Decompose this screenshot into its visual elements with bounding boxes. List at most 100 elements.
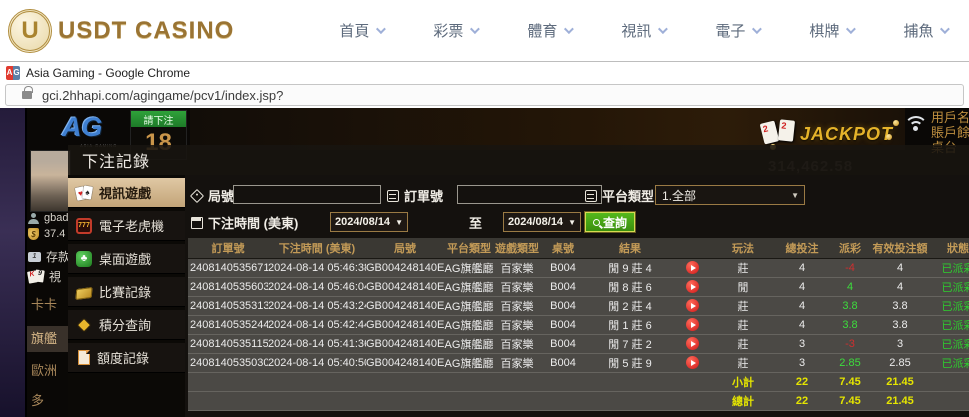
modal-title: 下注記錄 <box>68 145 969 175</box>
cell-payout: 4 <box>828 277 872 297</box>
platform-select[interactable]: 1.全部 <box>655 185 805 205</box>
search-button[interactable]: 查詢 <box>585 212 635 232</box>
cell-table-no: B004 <box>540 353 586 373</box>
order-filter-label: 訂單號 <box>387 186 443 205</box>
cell-play <box>674 258 710 278</box>
bg-menu-item[interactable]: 多 <box>27 390 69 409</box>
table-row: 240814053511523 2024-08-14 05:41:36 GB00… <box>188 334 969 354</box>
play-video-button[interactable] <box>685 261 699 274</box>
cell-game: 百家樂 <box>494 315 540 335</box>
date-from-button[interactable]: 2024/08/14 ▼ <box>330 212 408 232</box>
summary-row: 總計 22 7.45 21.45 <box>188 391 969 411</box>
bg-menu-item[interactable]: 卡卡 <box>27 294 69 313</box>
deposit-row[interactable]: 1 存款 <box>28 248 70 265</box>
cell-valid: 3.8 <box>872 296 928 316</box>
chevron-down-icon <box>752 24 763 35</box>
nav-item-cards[interactable]: 棋牌 <box>809 20 857 41</box>
play-video-button[interactable] <box>685 318 699 331</box>
bg-menu-item-active[interactable]: 旗艦 <box>27 326 68 352</box>
cell-valid: 4 <box>872 258 928 278</box>
tag-icon <box>189 188 205 203</box>
cell-order: 240814053503038 <box>188 353 268 373</box>
cell-payout: -3 <box>828 334 872 354</box>
sidebar-item-match-records[interactable]: 比賽記錄 <box>68 277 185 307</box>
cell-status: 已派彩 <box>928 334 969 354</box>
header-time: 下注時間 (美東) <box>268 238 366 259</box>
cell-game: 百家樂 <box>494 296 540 316</box>
chevron-down-icon <box>376 24 387 35</box>
sidebar-item-live-games[interactable]: 視訊遊戲 <box>68 178 194 208</box>
nav-item-fishing[interactable]: 捕魚 <box>903 20 951 41</box>
video-row[interactable]: 視 <box>28 268 61 285</box>
table-row: 240814053567105 2024-08-14 05:46:38 GB00… <box>188 258 969 278</box>
cell-order: 240814053524468 <box>188 315 268 335</box>
list-icon <box>585 189 597 202</box>
cell-order: 240814053560361 <box>188 277 268 297</box>
play-video-button[interactable] <box>685 337 699 350</box>
avatar <box>30 150 71 212</box>
cards-icon <box>76 185 92 201</box>
modal-content: 局號 訂單號 平台類型 1.全部 ▼ 下注時間 (美東) 2024/08/14 … <box>185 175 969 417</box>
dropdown-arrow-icon: ▼ <box>568 217 576 227</box>
cell-status: 已派彩 <box>928 315 969 335</box>
chevron-down-icon <box>564 24 575 35</box>
cards-icon <box>28 270 44 284</box>
cell-status: 已派彩 <box>928 258 969 278</box>
bet-records-modal: 下注記錄 視訊遊戲 777 電子老虎機 ♣ 桌面遊戲 <box>68 145 969 417</box>
cell-valid: 4 <box>872 277 928 297</box>
magnifier-icon <box>592 218 600 226</box>
cell-game: 百家樂 <box>494 334 540 354</box>
cell-game: 百家樂 <box>494 353 540 373</box>
sidebar-item-points-query[interactable]: ◆ 積分查詢 <box>68 310 185 340</box>
header-round: 局號 <box>366 238 444 259</box>
cell-payout: 2.85 <box>828 353 872 373</box>
bet-time-label: 下注時間 (美東) <box>191 213 298 232</box>
cell-method: 莊 <box>710 258 776 278</box>
cell-bet: 4 <box>776 258 828 278</box>
bet-table: 訂單號 下注時間 (美東) 局號 平台類型 遊戲類型 桌號 結果 玩法 總投注 … <box>188 238 969 411</box>
nav-item-lottery[interactable]: 彩票 <box>433 20 481 41</box>
header-bet: 總投注 <box>776 238 828 259</box>
play-video-button[interactable] <box>685 299 699 312</box>
address-box[interactable]: gci.2hhapi.com/agingame/pcv1/index.jsp? <box>5 84 964 106</box>
nav-item-slots[interactable]: 電子 <box>715 20 763 41</box>
cell-bet: 4 <box>776 277 828 297</box>
playing-card: 2 <box>777 119 796 142</box>
balance-row: $ 37.4 <box>28 228 65 240</box>
play-video-button[interactable] <box>685 356 699 369</box>
header-table-no: 桌號 <box>540 238 586 259</box>
balance-label: 賬戶餘 <box>931 125 969 140</box>
sidebar-item-quota-records[interactable]: 額度記錄 <box>68 343 185 373</box>
casino-background <box>190 108 905 150</box>
summary-label: 小計 <box>710 372 776 392</box>
cell-valid: 3.8 <box>872 315 928 335</box>
nav-item-home[interactable]: 首頁 <box>339 20 387 41</box>
nav-item-live[interactable]: 視訊 <box>621 20 669 41</box>
cell-result: 閒 8 莊 6 <box>586 277 674 297</box>
table-header-row: 訂單號 下注時間 (美東) 局號 平台類型 遊戲類型 桌號 結果 玩法 總投注 … <box>188 238 969 259</box>
round-input[interactable] <box>233 185 381 204</box>
cell-play <box>674 353 710 373</box>
gem-icon: ◆ <box>78 315 90 333</box>
cell-platform: AG旗艦廳 <box>444 334 494 354</box>
site-logo[interactable]: U USDT CASINO <box>8 8 234 53</box>
cell-game: 百家樂 <box>494 258 540 278</box>
url-bar: gci.2hhapi.com/agingame/pcv1/index.jsp? <box>0 82 969 108</box>
order-input[interactable] <box>457 185 602 204</box>
play-video-button[interactable] <box>685 280 699 293</box>
table-row: 240814053531399 2024-08-14 05:43:24 GB00… <box>188 296 969 316</box>
sidebar-item-slot-machines[interactable]: 777 電子老虎機 <box>68 211 185 241</box>
deposit-label: 存款 <box>46 250 71 264</box>
ag-logo: AG ASIA GAMING <box>59 112 132 148</box>
url-text: gci.2hhapi.com/agingame/pcv1/index.jsp? <box>42 87 284 103</box>
date-to-button[interactable]: 2024/08/14 ▼ <box>503 212 581 232</box>
to-label: 至 <box>469 216 483 231</box>
cell-play <box>674 334 710 354</box>
sidebar-item-table-games[interactable]: ♣ 桌面遊戲 <box>68 244 185 274</box>
nav-item-sports[interactable]: 體育 <box>527 20 575 41</box>
cell-round: GB004248140EV <box>366 277 444 297</box>
cell-order: 240814053567105 <box>188 258 268 278</box>
summary-valid: 21.45 <box>872 372 928 392</box>
bg-menu-item[interactable]: 歐洲 <box>27 360 69 379</box>
round-filter-label: 局號 <box>189 186 234 205</box>
